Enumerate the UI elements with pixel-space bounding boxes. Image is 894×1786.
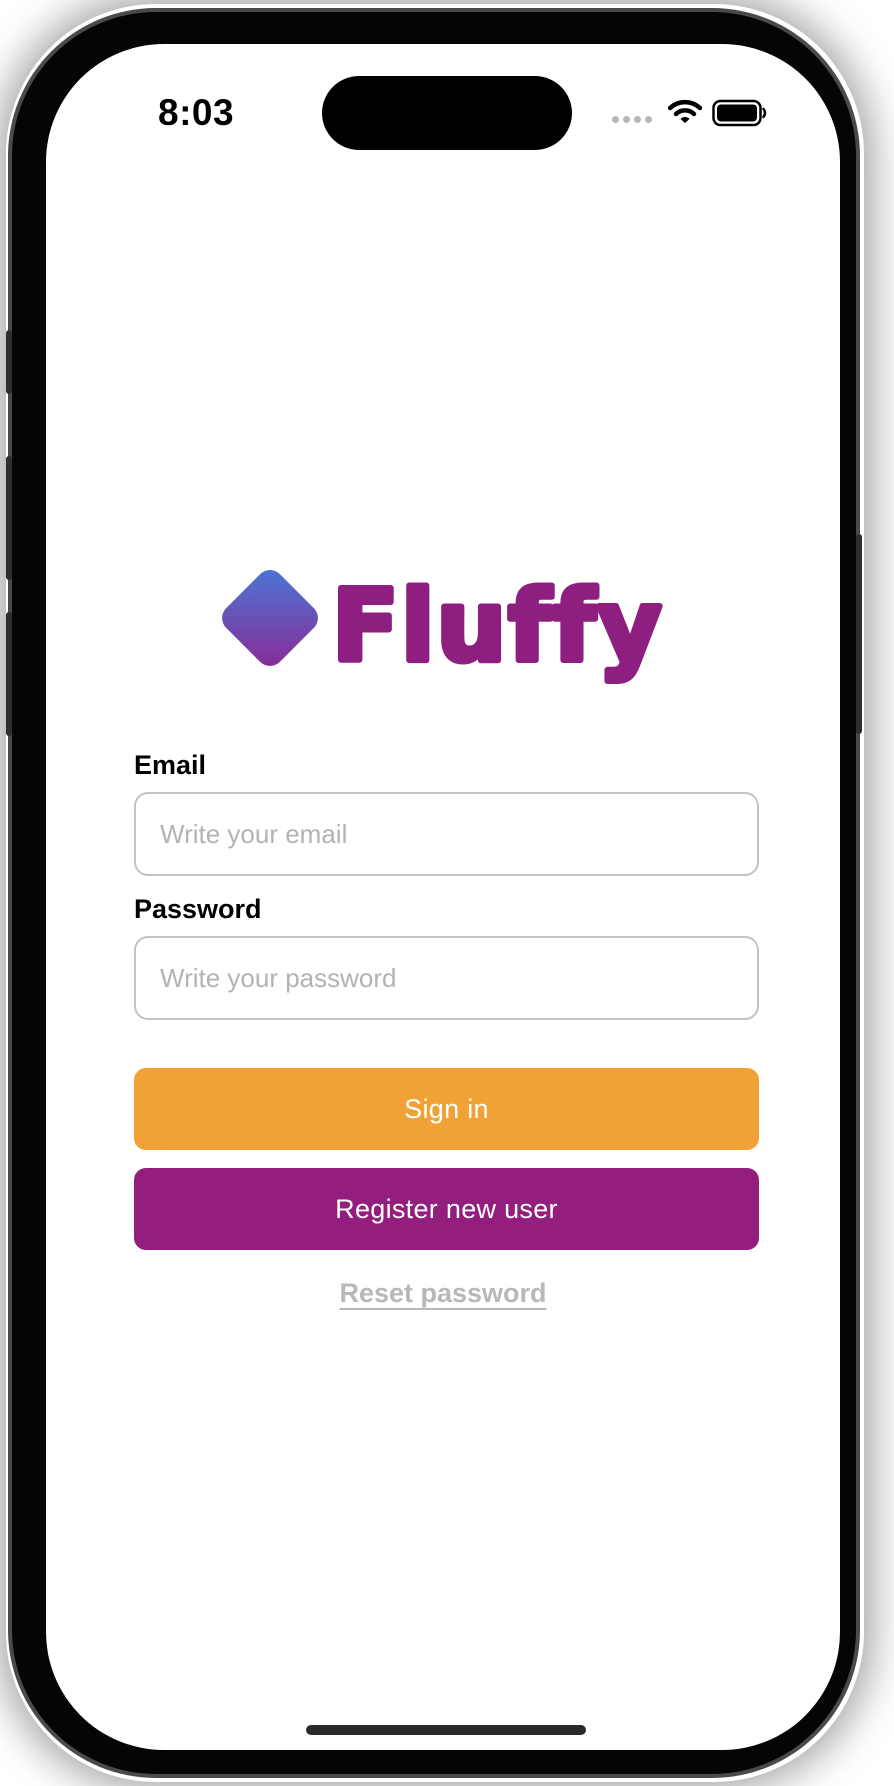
- wifi-icon: [668, 99, 702, 123]
- action-button: [6, 330, 12, 394]
- password-label: Password: [134, 894, 262, 924]
- diamond-logo-mark: [222, 570, 318, 666]
- battery-icon: [712, 99, 767, 127]
- power-button: [856, 534, 862, 734]
- dynamic-island: [322, 76, 572, 150]
- password-field[interactable]: [134, 936, 759, 1020]
- status-time: 8:03: [158, 92, 235, 133]
- brand-name-text: Fluffy: [332, 570, 663, 684]
- cellular-signal-icon: [612, 116, 652, 123]
- phone-frame: 8:03 Fluffy Email Write your email Passw…: [6, 8, 862, 1778]
- phone-bezel: 8:03 Fluffy Email Write your email Passw…: [6, 12, 862, 1774]
- register-button[interactable]: Register new user: [134, 1168, 759, 1250]
- fluffy-logo: Fluffy: [214, 564, 664, 704]
- reset-password-link[interactable]: Reset password: [339, 1278, 546, 1308]
- home-indicator[interactable]: [306, 1725, 586, 1735]
- app-screen: 8:03 Fluffy Email Write your email Passw…: [46, 44, 840, 1750]
- volume-up-button: [6, 456, 12, 580]
- volume-down-button: [6, 612, 12, 736]
- sign-in-button[interactable]: Sign in: [134, 1068, 759, 1150]
- email-label: Email: [134, 750, 207, 780]
- email-field[interactable]: [134, 792, 759, 876]
- reset-password-row: Reset password: [46, 1278, 840, 1309]
